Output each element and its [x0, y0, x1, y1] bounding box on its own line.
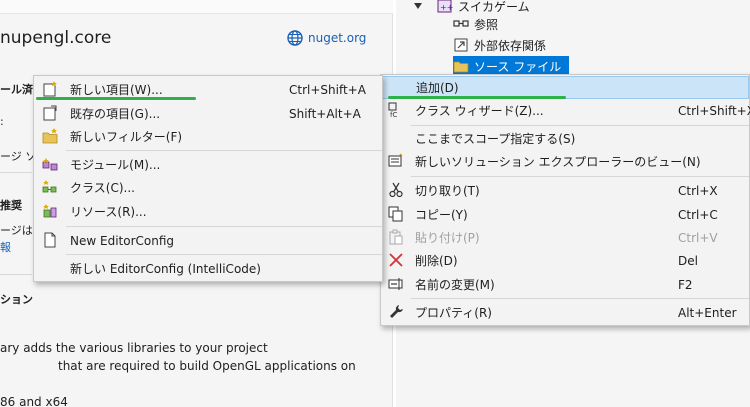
resource-icon	[43, 204, 57, 218]
menu-separator	[66, 254, 382, 255]
submenu-item-resource[interactable]: リソース(R)...	[34, 200, 382, 223]
menu-item-rename[interactable]: 名前の変更(M) F2	[381, 273, 749, 296]
source-files-label: ソース ファイル	[474, 59, 562, 74]
submenu-item-module[interactable]: モジュール(M)...	[34, 153, 382, 176]
class-wizard-icon: fC	[388, 102, 397, 118]
menu-separator	[66, 150, 382, 151]
menu-item-paste[interactable]: 貼り付け(P) Ctrl+V	[381, 226, 749, 249]
external-deps-icon	[454, 38, 468, 52]
folder-icon	[453, 61, 469, 73]
menu-item-cut[interactable]: 切り取り(T) Ctrl+X	[381, 179, 749, 202]
globe-icon	[287, 30, 303, 46]
references-icon	[453, 20, 469, 27]
svg-text:++: ++	[440, 3, 453, 12]
panel-header-band	[0, 0, 393, 14]
package-source-fragment: ージ ソ	[0, 150, 37, 163]
expand-arrow-icon[interactable]	[414, 3, 422, 9]
module-icon	[42, 158, 58, 171]
package-title: nupengl.core	[0, 28, 112, 48]
copy-icon	[388, 206, 403, 222]
tree-item-references[interactable]: 参照	[453, 14, 498, 34]
new-item-icon	[43, 81, 57, 97]
wrench-icon	[390, 305, 403, 318]
description-line: that are required to build OpenGL applic…	[58, 359, 356, 373]
menu-item-copy[interactable]: コピー(Y) Ctrl+C	[381, 203, 749, 226]
menu-separator	[411, 125, 749, 126]
new-filter-icon	[42, 128, 58, 144]
context-menu: 追加(D) fC クラス ウィザード(Z)... Ctrl+Shift+X ここ…	[380, 74, 750, 326]
description-line: ary adds the various libraries to your p…	[0, 341, 268, 355]
annotation-underline-add	[388, 96, 566, 99]
new-view-icon	[388, 153, 403, 167]
colon-fragment: :	[0, 115, 4, 128]
external-deps-label: 外部依存関係	[474, 38, 547, 53]
paste-icon	[389, 229, 403, 245]
existing-item-icon	[43, 105, 57, 121]
submenu-item-editorconfig[interactable]: New EditorConfig	[34, 229, 382, 252]
nuget-link-label: nuget.org	[308, 31, 367, 45]
menu-item-delete[interactable]: 削除(D) Del	[381, 249, 749, 272]
menu-item-properties[interactable]: プロパティ(R) Alt+Enter	[381, 301, 749, 324]
left-separator	[0, 172, 32, 173]
delete-icon	[389, 253, 403, 267]
project-label: スイカゲーム	[458, 0, 530, 14]
package-info-fragment: ージは	[0, 224, 33, 237]
tree-item-external-deps[interactable]: 外部依存関係	[453, 35, 546, 55]
rename-icon	[388, 278, 403, 290]
submenu-item-existing-item[interactable]: 既存の項目(G)... Shift+Alt+A	[34, 102, 382, 125]
svg-text:fC: fC	[390, 111, 397, 118]
menu-item-new-view[interactable]: 新しいソリューション エクスプローラーのビュー(N)	[381, 150, 749, 173]
menu-separator	[411, 176, 749, 177]
editorconfig-icon	[44, 232, 56, 248]
submenu-item-class[interactable]: クラス(C)...	[34, 176, 382, 199]
submenu-item-new-filter[interactable]: 新しいフィルター(F)	[34, 125, 382, 148]
add-submenu: 新しい項目(W)... Ctrl+Shift+A 既存の項目(G)... Shi…	[33, 75, 383, 282]
menu-item-scope[interactable]: ここまでスコープ指定する(S)	[381, 127, 749, 150]
menu-separator	[66, 226, 382, 227]
recommend-fragment: 推奨	[0, 199, 22, 212]
menu-separator	[411, 298, 749, 299]
left-separator	[0, 274, 32, 275]
nuget-source-link[interactable]: nuget.org	[287, 30, 366, 46]
references-label: 参照	[474, 17, 499, 32]
submenu-item-editorconfig-intellicode[interactable]: 新しい EditorConfig (IntelliCode)	[34, 257, 382, 280]
class-icon	[42, 180, 57, 193]
annotation-underline-new-item	[36, 97, 196, 100]
menu-item-class-wizard[interactable]: fC クラス ウィザード(Z)... Ctrl+Shift+X	[381, 99, 750, 122]
cut-icon	[389, 182, 403, 198]
info-link-fragment[interactable]: 報	[0, 239, 11, 255]
cpp-project-icon: ++	[437, 0, 453, 13]
option-fragment: ション	[0, 293, 33, 306]
tree-item-source-files[interactable]: ソース ファイル	[453, 56, 570, 76]
description-line: 86 and x64	[0, 395, 68, 407]
